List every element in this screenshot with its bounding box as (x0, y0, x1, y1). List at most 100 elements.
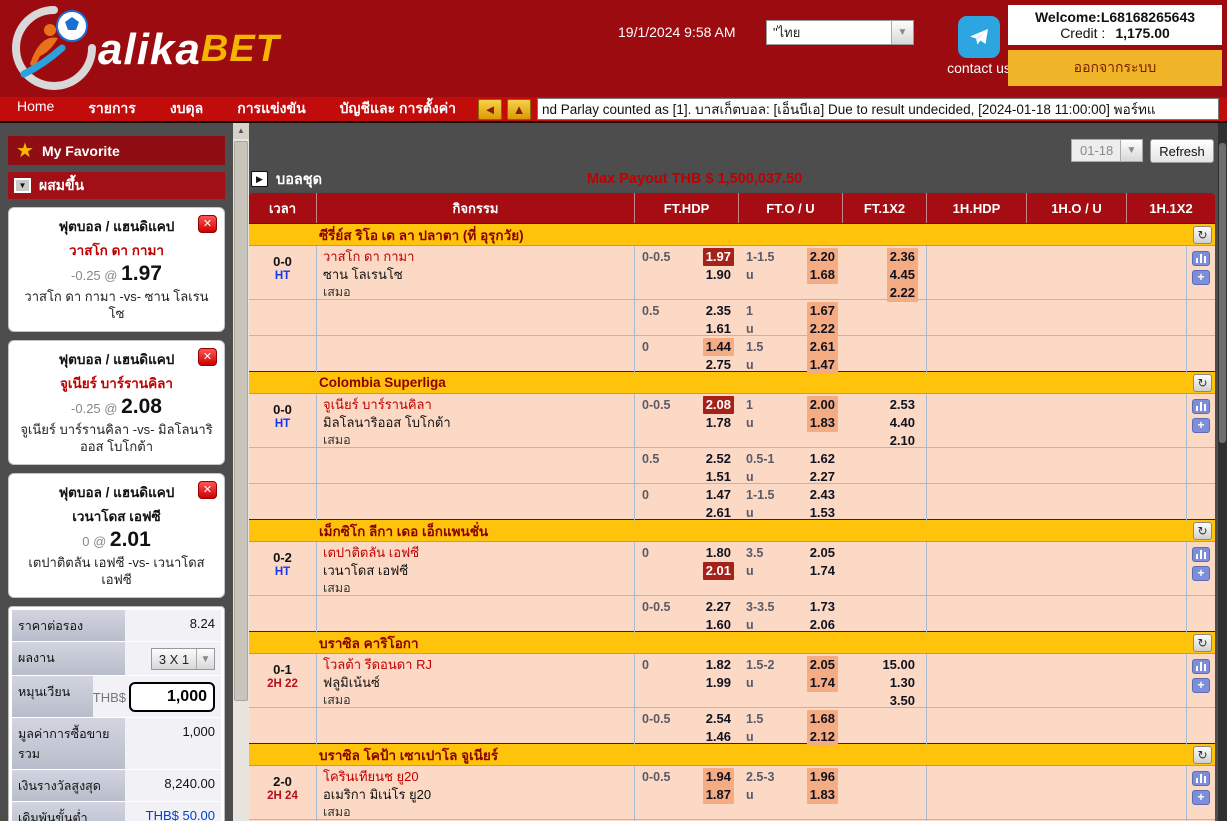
odds-value[interactable]: 1.80 (703, 544, 734, 562)
odds-value[interactable]: 1.74 (807, 562, 838, 580)
add-icon[interactable]: + (1192, 270, 1210, 285)
nav-item-balance[interactable]: งบดุล (153, 98, 220, 120)
away-team-name[interactable]: ซาน โลเรนโซ (323, 266, 634, 284)
nav-item-competition[interactable]: การแข่งขัน (220, 98, 322, 120)
odds-value[interactable]: 2.00 (807, 396, 838, 414)
odds-value[interactable]: 1.44 (703, 338, 734, 356)
odds-value[interactable]: 1.74 (807, 674, 838, 692)
odds-value[interactable]: 2.05 (807, 544, 838, 562)
odds-value[interactable]: 1.99 (703, 674, 734, 692)
draw-label[interactable]: เสมอ (323, 432, 634, 449)
odds-value[interactable]: 1.97 (703, 248, 734, 266)
odds-value[interactable]: 1.96 (807, 768, 838, 786)
scroll-up-icon[interactable]: ▲ (233, 123, 249, 139)
odds-value[interactable]: 2.54 (703, 710, 734, 728)
draw-label[interactable]: เสมอ (323, 284, 634, 301)
odds-value[interactable]: 2.52 (703, 450, 734, 468)
odds-value[interactable]: 2.43 (807, 486, 838, 504)
add-icon[interactable]: + (1192, 418, 1210, 433)
play-icon[interactable]: ▶ (251, 171, 268, 187)
logout-button[interactable]: ออกจากระบบ (1008, 50, 1222, 86)
draw-label[interactable]: เสมอ (323, 804, 634, 821)
odds-value[interactable]: 2.75 (703, 356, 734, 374)
odds-value[interactable]: 1.78 (703, 414, 734, 432)
home-team-name[interactable]: เตปาติตลัน เอฟซี (323, 544, 634, 562)
sidebar-scroll-thumb[interactable] (234, 141, 248, 701)
odds-value[interactable]: 15.00 (879, 656, 918, 674)
main-scroll-thumb[interactable] (1219, 143, 1226, 443)
refresh-button[interactable]: Refresh (1150, 139, 1214, 163)
odds-value[interactable]: 1.46 (703, 728, 734, 746)
away-team-name[interactable]: ฟลูมิเน้นซ์ (323, 674, 634, 692)
away-team-name[interactable]: อเมริกา มิเน่โร ยู20 (323, 786, 634, 804)
add-icon[interactable]: + (1192, 790, 1210, 805)
nav-item-home[interactable]: Home (0, 98, 71, 120)
refresh-icon[interactable]: ↻ (1193, 374, 1212, 392)
chevron-down-icon[interactable]: ▼ (1120, 140, 1142, 161)
stake-input[interactable] (129, 682, 215, 712)
odds-value[interactable]: 1.68 (807, 710, 838, 728)
language-select[interactable]: "ไทย ▼ (766, 20, 914, 45)
home-team-name[interactable]: วาสโก ดา กามา (323, 248, 634, 266)
collapse-arrow-icon[interactable]: ▼ (14, 178, 31, 193)
odds-value[interactable]: 2.27 (703, 598, 734, 616)
odds-value[interactable]: 1.67 (807, 302, 838, 320)
home-team-name[interactable]: โวลต้า รีดอนดา RJ (323, 656, 634, 674)
close-icon[interactable]: ✕ (198, 215, 217, 233)
chart-icon[interactable] (1192, 659, 1210, 674)
chevron-down-icon[interactable]: ▼ (196, 649, 214, 669)
refresh-icon[interactable]: ↻ (1193, 634, 1212, 652)
odds-value[interactable]: 2.01 (703, 562, 734, 580)
odds-value[interactable]: 2.36 (887, 248, 918, 266)
chart-icon[interactable] (1192, 547, 1210, 562)
odds-value[interactable]: 4.40 (887, 414, 918, 432)
odds-value[interactable]: 1.83 (807, 414, 838, 432)
odds-value[interactable]: 1.53 (807, 504, 838, 522)
my-favorite-header[interactable]: ★ My Favorite (8, 136, 225, 165)
odds-value[interactable]: 1.68 (807, 266, 838, 284)
brand-logo[interactable]: alika BET (10, 4, 280, 95)
odds-value[interactable]: 2.61 (807, 338, 838, 356)
contact-us[interactable]: contact us (946, 16, 1012, 76)
refresh-icon[interactable]: ↻ (1193, 226, 1212, 244)
odds-value[interactable]: 2.20 (807, 248, 838, 266)
close-icon[interactable]: ✕ (198, 348, 217, 366)
odds-value[interactable]: 2.35 (703, 302, 734, 320)
odds-value[interactable]: 2.08 (703, 396, 734, 414)
home-team-name[interactable]: จูเนียร์ บาร์รานคิลา (323, 396, 634, 414)
nav-item-list[interactable]: รายการ (71, 98, 152, 120)
odds-value[interactable]: 1.62 (807, 450, 838, 468)
odds-value[interactable]: 2.05 (807, 656, 838, 674)
odds-value[interactable]: 1.30 (887, 674, 918, 692)
odds-value[interactable]: 2.12 (807, 728, 838, 746)
chart-icon[interactable] (1192, 771, 1210, 786)
odds-value[interactable]: 1.90 (703, 266, 734, 284)
main-scrollbar[interactable] (1218, 123, 1227, 821)
left-arrow-icon[interactable]: ◄ (478, 99, 502, 120)
odds-value[interactable]: 1.47 (807, 356, 838, 374)
result-select[interactable]: 3 X 1▼ (151, 648, 215, 670)
odds-value[interactable]: 1.73 (807, 598, 838, 616)
draw-label[interactable]: เสมอ (323, 580, 634, 597)
odds-value[interactable]: 2.06 (807, 616, 838, 634)
refresh-icon[interactable]: ↻ (1193, 522, 1212, 540)
telegram-icon[interactable] (958, 16, 1000, 58)
away-team-name[interactable]: มิลโลนาริออส โบโกต้า (323, 414, 634, 432)
odds-value[interactable]: 2.53 (887, 396, 918, 414)
up-arrow-icon[interactable]: ▲ (507, 99, 531, 120)
odds-value[interactable]: 1.87 (703, 786, 734, 804)
nav-item-account-settings[interactable]: บัญชีและ การตั้งค่า (323, 98, 473, 120)
add-icon[interactable]: + (1192, 566, 1210, 581)
odds-value[interactable]: 1.94 (703, 768, 734, 786)
odds-value[interactable]: 1.83 (807, 786, 838, 804)
mix-parlay-header[interactable]: ▼ ผสมขึ้น (8, 172, 225, 199)
add-icon[interactable]: + (1192, 678, 1210, 693)
draw-label[interactable]: เสมอ (323, 692, 634, 709)
refresh-icon[interactable]: ↻ (1193, 746, 1212, 764)
sidebar-scrollbar[interactable]: ▲ (233, 123, 249, 821)
home-team-name[interactable]: โครินเทียนช ยู20 (323, 768, 634, 786)
odds-value[interactable]: 4.45 (887, 266, 918, 284)
away-team-name[interactable]: เวนาโดส เอฟซี (323, 562, 634, 580)
chevron-down-icon[interactable]: ▼ (891, 21, 913, 44)
odds-value[interactable]: 1.82 (703, 656, 734, 674)
